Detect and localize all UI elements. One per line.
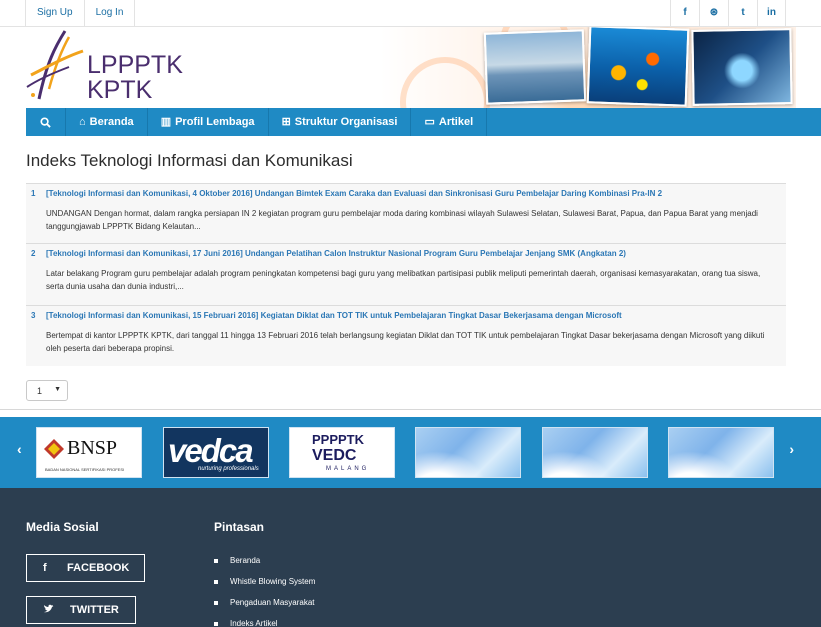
folder-open-icon: ▭ [424,116,435,128]
banner-decoration [400,57,490,108]
partner-logo-vedca[interactable]: vedca nurturing professionals [163,427,269,478]
banner-image-ship [483,29,587,105]
partner-logo-placeholder[interactable] [542,427,648,478]
social-links: f ⊛ t in [670,0,786,27]
article-list: 1 [Teknologi Informasi dan Komunikasi, 4… [26,183,786,366]
nav-item-label: Artikel [438,116,474,128]
institution-icon: ▥ [160,116,172,128]
search-icon [40,117,51,128]
footer-link-indeks-artikel[interactable]: Indeks Artikel [214,618,315,627]
article-excerpt: Bertempat di kantor LPPPTK KPTK, dari ta… [46,331,765,353]
article-number: 3 [31,311,36,320]
article-item: 3 [Teknologi Informasi dan Komunikasi, 1… [26,305,786,366]
top-bar: Sign Up Log In f ⊛ t in [0,0,821,27]
partner-vedc-text: VEDC [312,447,357,464]
article-item: 1 [Teknologi Informasi dan Komunikasi, 4… [26,183,786,243]
article-excerpt: UNDANGAN Dengan hormat, dalam rangka per… [46,209,758,231]
partner-malang-text: MALANG [326,466,370,472]
linkedin-icon[interactable]: in [757,0,786,27]
header-banner [380,27,796,108]
logo-text-line2: KPTK [87,76,153,104]
article-item: 2 [Teknologi Informasi dan Komunikasi, 1… [26,243,786,305]
chevron-down-icon: ▼ [54,386,61,393]
article-number: 1 [31,189,36,198]
carousel-next-icon[interactable]: › [789,441,794,457]
banner-image-fish [586,27,690,107]
twitter-icon[interactable]: t [728,0,757,27]
media-sosial-heading: Media Sosial [26,520,99,534]
partner-logo-bnsp[interactable]: BNSP BADAN NASIONAL SERTIFIKASI PROFESI [36,427,142,478]
site-header: LPPPTK KPTK [0,27,821,108]
footer-link-pengaduan[interactable]: Pengaduan Masyarakat [214,597,315,618]
facebook-button-label: FACEBOOK [67,562,130,574]
partner-vedca-subtext: nurturing professionals [198,466,259,472]
partner-logo-placeholder[interactable] [668,427,774,478]
login-link[interactable]: Log In [83,0,136,27]
nav-item-struktur-organisasi[interactable]: ⊞ Struktur Organisasi [269,108,412,136]
partner-logo-placeholder[interactable] [415,427,521,478]
page-select-value: 1 [37,386,43,396]
page-title: Indeks Teknologi Informasi dan Komunikas… [26,151,353,170]
twitter-button-label: TWITTER [70,604,119,616]
site-footer: Media Sosial Pintasan f FACEBOOK TWITTER… [0,488,821,627]
pintasan-heading: Pintasan [214,520,265,534]
shortcut-links: Beranda Whistle Blowing System Pengaduan… [214,555,315,627]
logo-mark-icon [26,30,84,100]
main-nav: ⌂ Beranda ▥ Profil Lembaga ⊞ Struktur Organ… [26,108,821,136]
partner-carousel: ‹ BNSP BADAN NASIONAL SERTIFIKASI PROFES… [0,417,821,488]
divider [0,409,821,410]
facebook-icon: f [43,562,47,574]
article-number: 2 [31,249,36,258]
nav-item-label: Profil Lembaga [175,116,255,128]
nav-item-beranda[interactable]: ⌂ Beranda [66,108,148,136]
article-excerpt: Latar belakang Program guru pembelajar a… [46,269,761,291]
partner-bnsp-text: BNSP [67,437,118,459]
signup-link[interactable]: Sign Up [25,0,84,27]
sitemap-icon: ⊞ [281,116,291,128]
footer-link-beranda[interactable]: Beranda [214,555,315,576]
partner-logo-pppptk-vedc[interactable]: PPPPTK VEDC MALANG [289,427,395,478]
article-title-link[interactable]: [Teknologi Informasi dan Komunikasi, 17 … [46,248,786,260]
facebook-icon[interactable]: f [670,0,699,27]
partner-vedca-text: vedca [168,432,254,469]
nav-item-label: Struktur Organisasi [294,116,398,128]
nav-search-button[interactable] [26,108,66,136]
auth-links: Sign Up Log In [25,0,136,27]
carousel-prev-icon[interactable]: ‹ [17,441,22,457]
nav-item-artikel[interactable]: ▭ Artikel [411,108,488,136]
page-select[interactable]: 1 ▼ [26,380,68,401]
footer-link-whistle-blowing[interactable]: Whistle Blowing System [214,576,315,597]
partner-pppptk-text: PPPPTK [312,432,365,447]
dribbble-icon[interactable]: ⊛ [699,0,728,27]
article-title-link[interactable]: [Teknologi Informasi dan Komunikasi, 4 O… [46,188,786,200]
facebook-button[interactable]: f FACEBOOK [26,554,145,582]
banner-image-technology [691,28,793,106]
nav-item-profil-lembaga[interactable]: ▥ Profil Lembaga [148,108,269,136]
nav-item-label: Beranda [89,116,134,128]
article-title-link[interactable]: [Teknologi Informasi dan Komunikasi, 15 … [46,310,786,322]
bnsp-emblem-icon [44,439,64,459]
home-icon: ⌂ [79,116,86,128]
partner-bnsp-subtext: BADAN NASIONAL SERTIFIKASI PROFESI [45,467,125,472]
twitter-button[interactable]: TWITTER [26,596,136,624]
site-logo[interactable]: LPPPTK KPTK [25,27,205,108]
twitter-icon [44,604,54,613]
